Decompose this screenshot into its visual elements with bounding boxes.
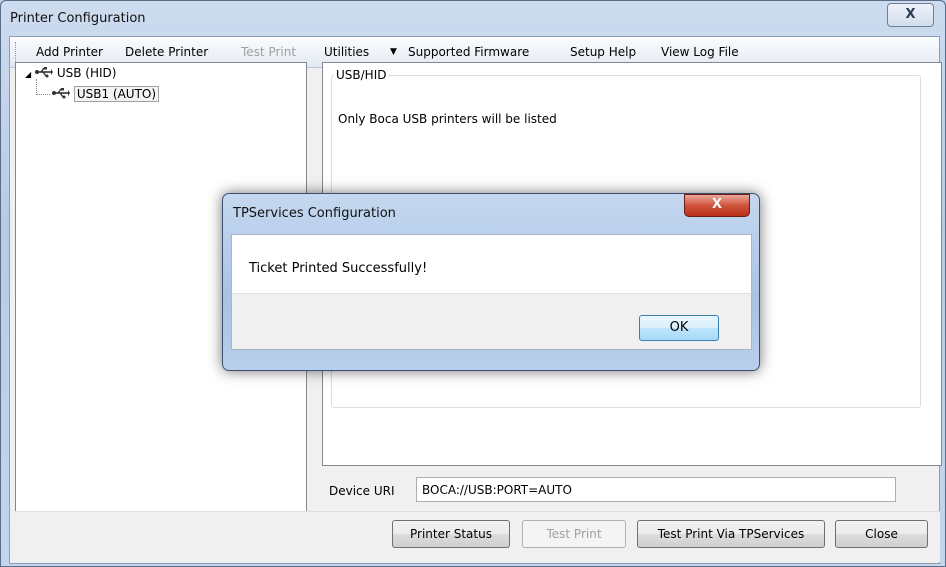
tpservices-dialog: TPServices Configuration X Ticket Printe… [222,193,760,371]
dropdown-arrow-icon: ▼ [390,47,397,57]
dialog-footer: OK [231,293,752,350]
dialog-title: TPServices Configuration [233,206,396,221]
device-uri-field[interactable]: BOCA://USB:PORT=AUTO [416,477,896,502]
tree-connector [36,79,38,95]
delete-printer-button[interactable]: Delete Printer [125,45,208,59]
view-log-file-button[interactable]: View Log File [661,45,739,59]
printer-status-button[interactable]: Printer Status [392,520,510,548]
title-bar[interactable]: Printer Configuration X [1,1,945,35]
button-bar: Printer Status Test Print Test Print Via… [15,511,940,562]
group-message: Only Boca USB printers will be listed [338,112,557,126]
utilities-menu[interactable]: Utilities [324,45,369,59]
dialog-message: Ticket Printed Successfully! [249,261,428,276]
test-print-button[interactable]: Test Print [522,520,626,548]
add-printer-button[interactable]: Add Printer [36,45,103,59]
test-print-toolbar-button[interactable]: Test Print [241,45,296,59]
expand-triangle-icon[interactable]: ◢ [25,70,31,79]
tree-connector [36,94,50,96]
ok-button[interactable]: OK [639,315,719,341]
usb-icon [34,67,53,78]
dialog-body: Ticket Printed Successfully! [231,234,752,294]
close-button[interactable]: Close [835,520,928,548]
dialog-close-button[interactable]: X [684,194,750,217]
tree-node-label: USB (HID) [56,66,117,80]
group-title: USB/HID [336,68,387,82]
tree-node-label: USB1 (AUTO) [73,86,160,102]
device-uri-label: Device URI [329,484,395,498]
window-title: Printer Configuration [10,11,146,26]
test-print-via-tpservices-button[interactable]: Test Print Via TPServices [637,520,825,548]
tree-node-usb-hid[interactable]: ◢ USB (HID) [25,66,116,80]
setup-help-button[interactable]: Setup Help [570,45,636,59]
tree-node-usb1[interactable]: USB1 (AUTO) [52,86,160,102]
usb-icon [52,88,70,99]
supported-firmware-menu[interactable]: Supported Firmware [408,45,529,59]
window-close-button[interactable]: X [887,3,934,27]
toolbar-grip[interactable] [15,42,18,62]
